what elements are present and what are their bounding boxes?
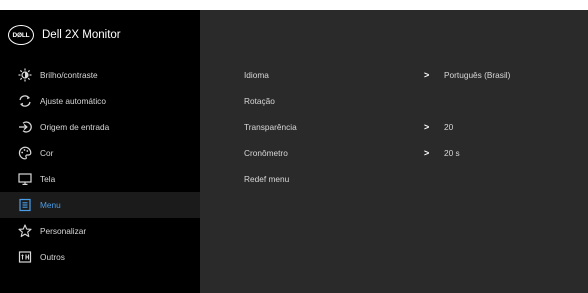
menu-item-auto-adjust[interactable]: Ajuste automático xyxy=(0,88,200,114)
brightness-icon xyxy=(18,68,32,82)
menu-item-label: Brilho/contraste xyxy=(40,70,98,80)
submenu-row-timer[interactable]: Cronômetro > 20 s xyxy=(200,140,588,166)
chevron-right-icon: > xyxy=(424,122,430,132)
submenu-row-rotation[interactable]: Rotação xyxy=(200,88,588,114)
display-icon xyxy=(18,172,32,186)
color-palette-icon xyxy=(18,146,32,160)
star-icon xyxy=(18,224,32,238)
menu-item-label: Menu xyxy=(40,200,61,210)
monitor-osd: DØLL Dell 2X Monitor Brilho/contraste Aj… xyxy=(0,10,588,293)
main-menu: Brilho/contraste Ajuste automático Orige… xyxy=(0,62,200,270)
input-source-icon xyxy=(18,120,32,134)
menu-item-input-source[interactable]: Origem de entrada xyxy=(0,114,200,140)
main-menu-panel: DØLL Dell 2X Monitor Brilho/contraste Aj… xyxy=(0,10,200,293)
auto-adjust-icon xyxy=(18,94,32,108)
osd-header: DØLL Dell 2X Monitor xyxy=(8,24,121,46)
menu-item-color[interactable]: Cor xyxy=(0,140,200,166)
submenu-row-transparency[interactable]: Transparência > 20 xyxy=(200,114,588,140)
submenu-row-label: Redef menu xyxy=(244,174,290,184)
submenu-row-label: Rotação xyxy=(244,96,275,106)
menu-item-label: Tela xyxy=(40,174,56,184)
menu-item-brightness-contrast[interactable]: Brilho/contraste xyxy=(0,62,200,88)
submenu-row-label: Idioma xyxy=(244,70,269,80)
submenu-panel: Idioma > Português (Brasil) Rotação Tran… xyxy=(200,10,588,293)
submenu-row-language[interactable]: Idioma > Português (Brasil) xyxy=(200,62,588,88)
submenu-rows: Idioma > Português (Brasil) Rotação Tran… xyxy=(200,62,588,192)
dell-logo: DØLL xyxy=(8,25,34,45)
menu-item-personalize[interactable]: Personalizar xyxy=(0,218,200,244)
submenu-row-value: 20 xyxy=(444,122,454,132)
submenu-row-label: Transparência xyxy=(244,122,297,132)
menu-item-label: Cor xyxy=(40,148,54,158)
submenu-row-value: Português (Brasil) xyxy=(444,70,511,80)
menu-item-label: Outros xyxy=(40,252,65,262)
chevron-right-icon: > xyxy=(424,70,430,80)
menu-item-label: Personalizar xyxy=(40,226,87,236)
monitor-title: Dell 2X Monitor xyxy=(42,29,121,41)
others-icon xyxy=(18,250,32,264)
menu-list-icon xyxy=(18,198,32,212)
submenu-row-reset-menu[interactable]: Redef menu xyxy=(200,166,588,192)
menu-item-menu[interactable]: Menu xyxy=(0,192,200,218)
submenu-row-value: 20 s xyxy=(444,148,460,158)
menu-item-label: Ajuste automático xyxy=(40,96,106,106)
submenu-row-label: Cronômetro xyxy=(244,148,288,158)
chevron-right-icon: > xyxy=(424,148,430,158)
menu-item-others[interactable]: Outros xyxy=(0,244,200,270)
menu-item-display[interactable]: Tela xyxy=(0,166,200,192)
menu-item-label: Origem de entrada xyxy=(40,122,110,132)
